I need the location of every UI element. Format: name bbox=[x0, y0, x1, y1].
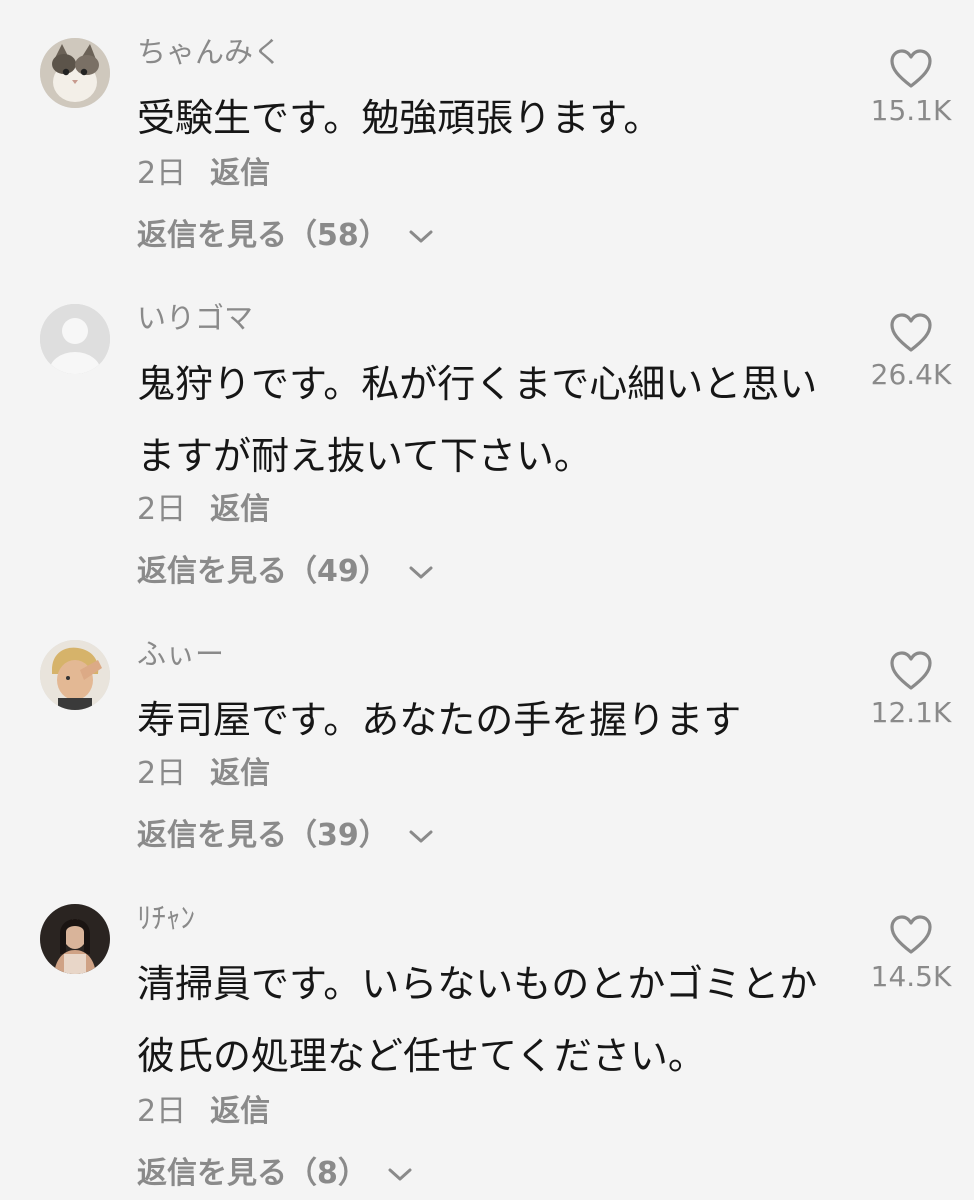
reply-button[interactable]: 返信 bbox=[210, 492, 270, 527]
user-avatar[interactable] bbox=[40, 38, 110, 108]
view-replies-button[interactable]: 返信を見る（49） bbox=[137, 552, 435, 592]
chevron-down-icon bbox=[407, 562, 435, 582]
comment-text-line: 鬼狩りです。私が行くまで心細いと思い bbox=[137, 362, 818, 406]
comment-username[interactable]: ﾘﾁｬﾝ bbox=[137, 900, 195, 936]
comments-list: ちゃんみく 受験生です。勉強頑張ります。 2日 返信 返信を見る（58） 15.1… bbox=[0, 0, 974, 1200]
comment-meta: 2日 返信 bbox=[137, 154, 270, 194]
default-avatar bbox=[40, 304, 110, 374]
like-control[interactable]: 26.4K bbox=[856, 312, 966, 392]
chevron-down-icon bbox=[407, 826, 435, 846]
comment-text-line: 彼氏の処理など任せてください。 bbox=[137, 1034, 706, 1078]
user-avatar[interactable] bbox=[40, 304, 110, 374]
view-replies-label: 返信を見る（58） bbox=[137, 218, 389, 253]
comment-meta: 2日 返信 bbox=[137, 754, 270, 794]
like-count: 26.4K bbox=[870, 358, 952, 391]
comment-text-line: ますが耐え抜いて下さい。 bbox=[137, 434, 592, 478]
view-replies-button[interactable]: 返信を見る（58） bbox=[137, 216, 435, 256]
heart-outline-icon[interactable] bbox=[888, 650, 934, 692]
comment-date: 2日 bbox=[137, 756, 187, 791]
chevron-down-icon bbox=[407, 226, 435, 246]
comment-username[interactable]: ふぃー bbox=[137, 636, 224, 672]
reply-button[interactable]: 返信 bbox=[210, 156, 270, 191]
comment-date: 2日 bbox=[137, 156, 187, 191]
comment-meta: 2日 返信 bbox=[137, 490, 270, 530]
comment-text-line: 受験生です。勉強頑張ります。 bbox=[137, 96, 662, 140]
comment-text-line: 清掃員です。いらないものとかゴミとか bbox=[137, 962, 818, 1006]
view-replies-label: 返信を見る（49） bbox=[137, 554, 389, 589]
like-count: 12.1K bbox=[870, 696, 952, 729]
reply-button[interactable]: 返信 bbox=[210, 1094, 270, 1129]
comment-date: 2日 bbox=[137, 492, 187, 527]
comment-username[interactable]: ちゃんみく bbox=[137, 34, 282, 70]
comment-text: 受験生です。勉強頑張ります。 bbox=[137, 82, 847, 154]
heart-outline-icon[interactable] bbox=[888, 914, 934, 956]
user-avatar[interactable] bbox=[40, 904, 110, 974]
like-count: 14.5K bbox=[870, 960, 952, 993]
reply-button[interactable]: 返信 bbox=[210, 756, 270, 791]
cat-photo-avatar bbox=[40, 38, 110, 108]
view-replies-label: 返信を見る（39） bbox=[137, 818, 389, 853]
view-replies-label: 返信を見る（8） bbox=[137, 1156, 368, 1191]
like-control[interactable]: 15.1K bbox=[856, 48, 966, 128]
view-replies-button[interactable]: 返信を見る（8） bbox=[137, 1154, 414, 1194]
comment-text: 清掃員です。いらないものとかゴミとか 彼氏の処理など任せてください。 bbox=[137, 948, 847, 1092]
comment-date: 2日 bbox=[137, 1094, 187, 1129]
comment-meta: 2日 返信 bbox=[137, 1092, 270, 1132]
like-control[interactable]: 14.5K bbox=[856, 914, 966, 994]
heart-outline-icon[interactable] bbox=[888, 312, 934, 354]
comment-text: 鬼狩りです。私が行くまで心細いと思い ますが耐え抜いて下さい。 bbox=[137, 348, 847, 492]
view-replies-button[interactable]: 返信を見る（39） bbox=[137, 816, 435, 856]
person-photo-avatar bbox=[40, 904, 110, 974]
comment-text-line: 寿司屋です。あなたの手を握ります bbox=[137, 698, 742, 742]
user-avatar[interactable] bbox=[40, 640, 110, 710]
heart-outline-icon[interactable] bbox=[888, 48, 934, 90]
like-control[interactable]: 12.1K bbox=[856, 650, 966, 730]
comment-username[interactable]: いりゴマ bbox=[137, 300, 253, 336]
chevron-down-icon bbox=[386, 1164, 414, 1184]
person-photo-avatar bbox=[40, 640, 110, 710]
comment-text: 寿司屋です。あなたの手を握ります bbox=[137, 684, 847, 756]
like-count: 15.1K bbox=[870, 94, 952, 127]
